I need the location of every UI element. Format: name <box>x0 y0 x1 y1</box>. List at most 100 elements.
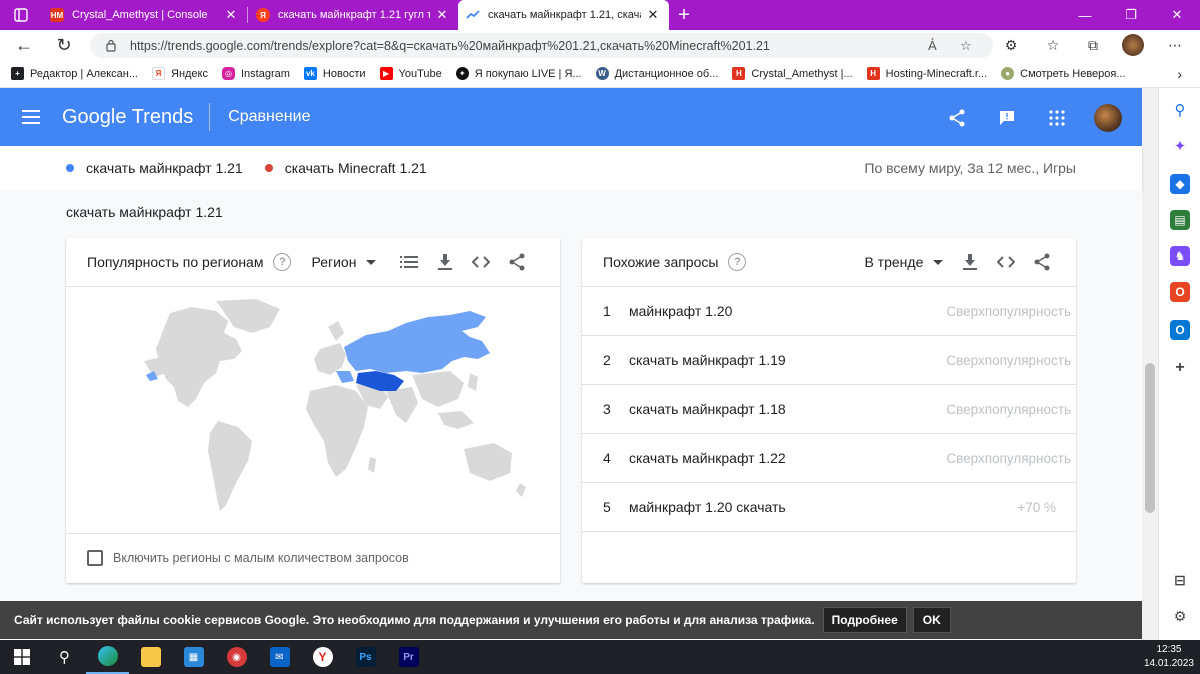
bookmark-item[interactable]: ✦ Я покупаю LIVE | Я... <box>449 67 589 80</box>
help-icon[interactable]: ? <box>728 253 747 271</box>
office-icon[interactable]: O <box>1170 282 1190 302</box>
table-row[interactable]: 3 скачать майнкрафт 1.18 Сверхпопулярнос… <box>582 385 1076 434</box>
region-resolution-dropdown[interactable]: Регион <box>311 254 377 270</box>
bookmark-item[interactable]: + Редактор | Алексан... <box>4 67 145 80</box>
bookmark-item[interactable]: Я Яндекс <box>145 67 215 80</box>
legend-label: скачать майнкрафт 1.21 <box>86 160 243 176</box>
profile-avatar[interactable] <box>1122 34 1144 56</box>
table-row[interactable]: 2 скачать майнкрафт 1.19 Сверхпопулярнос… <box>582 336 1076 385</box>
row-query[interactable]: скачать майнкрафт 1.19 <box>629 352 786 368</box>
url-text: https://trends.google.com/trends/explore… <box>130 38 770 53</box>
low-volume-checkbox[interactable] <box>87 549 103 566</box>
table-row[interactable]: 1 майнкрафт 1.20 Сверхпопулярность <box>582 287 1076 336</box>
taskbar-premiere[interactable]: Pr <box>387 640 430 674</box>
bookmark-label: Смотреть Неверoя... <box>1020 67 1126 80</box>
tab-yandex[interactable]: Я скачать майнкрафт 1.21 гугл тр ✕ <box>248 0 458 30</box>
favorite-add-icon[interactable]: ☆ <box>960 38 972 54</box>
discover-icon[interactable]: ✦ <box>1170 136 1190 156</box>
bookmark-item[interactable]: Н Hosting-Minecraft.r... <box>860 67 994 80</box>
help-icon[interactable]: ? <box>273 253 292 271</box>
bookmark-item[interactable]: Н Crystal_Amethyst |... <box>725 67 859 80</box>
bookmark-item[interactable]: ● Смотреть Неверoя... <box>994 67 1132 80</box>
trends-logo[interactable]: Google Trends <box>62 106 209 129</box>
read-aloud-icon[interactable]: A᷾ <box>928 38 937 53</box>
row-query[interactable]: скачать майнкрафт 1.18 <box>629 401 786 417</box>
taskbar-search-button[interactable]: ⚲ <box>43 640 86 674</box>
taskbar-photoshop[interactable]: Ps <box>344 640 387 674</box>
download-icon[interactable] <box>434 251 456 273</box>
address-bar[interactable]: https://trends.google.com/trends/explore… <box>90 33 993 58</box>
cookie-more-button[interactable]: Подробнее <box>822 607 907 633</box>
feedback-button[interactable] <box>994 105 1020 131</box>
legend-term-2[interactable]: скачать Minecraft 1.21 <box>264 160 427 176</box>
sidebar-toggle-icon[interactable]: ⊟ <box>1170 570 1190 590</box>
embed-icon[interactable] <box>995 251 1017 273</box>
search-icon[interactable]: ⚲ <box>1170 100 1190 120</box>
favorites-icon[interactable]: ☆ <box>1042 36 1064 54</box>
taskbar-yandex[interactable]: Y <box>301 640 344 674</box>
address-row: ← ↻ https://trends.google.com/trends/exp… <box>0 30 1200 60</box>
start-button[interactable] <box>0 640 43 674</box>
share-button[interactable] <box>944 105 970 131</box>
minimize-icon[interactable]: — <box>1062 0 1108 30</box>
movie-icon: ● <box>1001 67 1015 80</box>
region-scandinavia <box>328 321 344 341</box>
instagram-icon: ◎ <box>222 67 235 80</box>
extensions-icon[interactable]: ⚙ <box>1000 36 1022 54</box>
shopping-icon[interactable]: ◆ <box>1170 174 1190 194</box>
taskbar-explorer[interactable] <box>129 640 172 674</box>
scope-summary[interactable]: По всему миру, За 12 мес., Игры <box>864 160 1076 176</box>
region-madagascar <box>368 457 376 473</box>
row-query[interactable]: скачать майнкрафт 1.22 <box>629 450 786 466</box>
row-query[interactable]: майнкрафт 1.20 скачать <box>629 499 786 515</box>
legend-term-1[interactable]: скачать майнкрафт 1.21 <box>66 160 243 176</box>
apps-button[interactable] <box>1044 105 1070 131</box>
new-tab-button[interactable]: + <box>669 0 699 30</box>
cookie-ok-button[interactable]: OK <box>912 607 951 633</box>
embed-icon[interactable] <box>470 251 492 273</box>
more-menu-icon[interactable]: ⋯ <box>1164 36 1186 54</box>
page-scrollbar[interactable] <box>1142 88 1158 640</box>
taskbar-mail[interactable]: ✉ <box>258 640 301 674</box>
account-avatar[interactable] <box>1094 104 1122 132</box>
bookmarks-overflow-icon[interactable]: › <box>1177 66 1182 82</box>
tab-trends[interactable]: скачать майнкрафт 1.21, скачать ✕ <box>458 0 669 30</box>
tab-console[interactable]: НМ Crystal_Amethyst | Console ✕ <box>42 0 247 30</box>
bookmark-item[interactable]: W Дистанционное об... <box>589 67 726 80</box>
taskbar-store[interactable]: ▦ <box>172 640 215 674</box>
row-query[interactable]: майнкрафт 1.20 <box>629 303 732 319</box>
settings-icon[interactable]: ⚙ <box>1170 606 1190 626</box>
tools-icon[interactable]: ▤ <box>1170 210 1190 230</box>
hamburger-menu-button[interactable] <box>0 110 62 124</box>
tab-actions-button[interactable] <box>0 0 42 30</box>
table-row[interactable]: 4 скачать майнкрафт 1.22 Сверхпопулярнос… <box>582 434 1076 483</box>
refresh-icon[interactable]: ↻ <box>44 30 84 60</box>
outlook-icon[interactable]: O <box>1170 320 1190 340</box>
back-icon[interactable]: ← <box>4 30 44 60</box>
bookmark-item[interactable]: vk Новости <box>297 67 373 80</box>
taskbar-app[interactable]: ◉ <box>215 640 258 674</box>
table-row[interactable]: 5 майнкрафт 1.20 скачать +70 % <box>582 483 1076 532</box>
scrollbar-thumb[interactable] <box>1145 363 1155 513</box>
collections-icon[interactable]: ⧉ <box>1082 36 1104 54</box>
bookmarks-bar: + Редактор | Алексан... Я Яндекс ◎ Instagra… <box>0 60 1200 88</box>
download-icon[interactable] <box>959 251 981 273</box>
list-view-icon[interactable] <box>398 251 420 273</box>
low-volume-option[interactable]: Включить регионы с малым количеством зап… <box>66 533 560 581</box>
games-icon[interactable]: ♞ <box>1170 246 1190 266</box>
maximize-icon[interactable]: ❐ <box>1108 0 1154 30</box>
close-window-icon[interactable]: ✕ <box>1154 0 1200 30</box>
share-icon[interactable] <box>1031 251 1053 273</box>
apps-grid-icon <box>1049 110 1065 126</box>
add-icon[interactable]: + <box>1170 358 1190 378</box>
close-icon[interactable]: ✕ <box>434 7 450 23</box>
rising-top-dropdown[interactable]: В тренде <box>864 254 944 270</box>
close-icon[interactable]: ✕ <box>645 7 661 23</box>
bookmark-item[interactable]: ◎ Instagram <box>215 67 297 80</box>
system-clock[interactable]: 12:35 14.01.2023 <box>1144 643 1194 671</box>
world-map[interactable] <box>66 287 560 533</box>
bookmark-item[interactable]: ▶ YouTube <box>373 67 449 80</box>
close-icon[interactable]: ✕ <box>223 7 239 23</box>
taskbar-edge[interactable] <box>86 640 129 674</box>
share-icon[interactable] <box>506 251 528 273</box>
